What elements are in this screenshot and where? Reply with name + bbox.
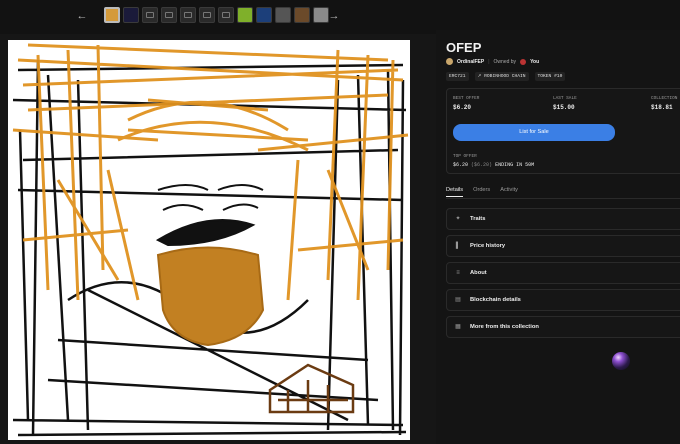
tab-orders[interactable]: Orders	[473, 187, 490, 197]
thumbnail-1[interactable]	[104, 7, 120, 23]
section-blockchain-details[interactable]: ▤ Blockchain details	[446, 289, 680, 311]
top-bar: ← →	[0, 0, 680, 34]
grid-icon: ▦	[455, 324, 461, 330]
tab-details[interactable]: Details	[446, 187, 464, 197]
image-placeholder-icon	[222, 12, 230, 18]
owner-avatar	[520, 58, 527, 65]
floating-orb-button[interactable]	[612, 352, 630, 370]
thumbnail-4[interactable]	[161, 7, 177, 23]
tag-chain-label: ROBINHOOD CHAIN	[484, 74, 526, 79]
price-card: BEST OFFER $6.20 LAST SALE $15.00 COLLEC…	[446, 88, 680, 174]
top-offer-line: $6.20 ($6.20) ENDING IN 50M	[453, 162, 534, 168]
last-sale-label: LAST SALE	[553, 96, 577, 101]
image-placeholder-icon	[184, 12, 192, 18]
collection-value: $18.81	[651, 104, 673, 111]
collection-avatar	[446, 58, 453, 65]
image-placeholder-icon	[203, 12, 211, 18]
bar-chart-icon: ▌	[455, 243, 461, 249]
best-offer-label: BEST OFFER	[453, 96, 480, 101]
section-about[interactable]: ≡ About	[446, 262, 680, 284]
detail-tabs: Details Orders Activity	[446, 187, 518, 197]
info-icon: ≡	[456, 270, 460, 276]
stat-last-sale: LAST SALE $15.00	[553, 96, 577, 111]
top-offer-label: TOP OFFER	[453, 154, 477, 159]
collection-label: COLLECTION	[651, 96, 678, 101]
tag-token-id: TOKEN #10	[534, 72, 566, 81]
section-blockchain-details-label: Blockchain details	[470, 297, 521, 303]
thumbnail-7[interactable]	[218, 7, 234, 23]
image-placeholder-icon	[165, 12, 173, 18]
owner-row: OrdinalFEP | Owned by You	[446, 58, 539, 65]
best-offer-value: $6.20	[453, 104, 472, 111]
section-traits-label: Traits	[470, 216, 486, 222]
section-more-label: More from this collection	[470, 324, 539, 330]
top-offer-price: $6.20	[453, 162, 469, 168]
thumbnail-10[interactable]	[275, 7, 291, 23]
thumbnail-11[interactable]	[294, 7, 310, 23]
list-for-sale-button[interactable]: List for Sale	[453, 124, 615, 141]
scribble-portrait-drawing	[8, 40, 410, 440]
section-price-history-label: Price history	[470, 243, 506, 249]
chain-icon: ↗	[477, 74, 482, 79]
section-traits[interactable]: ✦ Traits	[446, 208, 680, 230]
sparkle-icon: ✦	[455, 216, 461, 222]
top-offer: TOP OFFER $6.20 ($6.20) ENDING IN 50M	[453, 154, 534, 168]
thumbnail-9[interactable]	[256, 7, 272, 23]
item-title: OFEP	[446, 40, 482, 55]
token-tags: ERC721 ↗ ROBINHOOD CHAIN TOKEN #10	[446, 72, 566, 81]
owned-by-label: Owned by	[493, 58, 517, 65]
top-offer-sub: ($6.20)	[471, 162, 493, 168]
tab-activity[interactable]: Activity	[500, 187, 518, 197]
arrow-left-icon[interactable]: ←	[74, 8, 90, 24]
stat-collection: COLLECTION $18.81	[651, 96, 677, 111]
thumbnail-6[interactable]	[199, 7, 215, 23]
collection-link[interactable]: OrdinalFEP	[457, 59, 484, 65]
tag-chain: ↗ ROBINHOOD CHAIN	[474, 72, 529, 81]
owner-link[interactable]: You	[530, 59, 539, 65]
tab-divider	[446, 198, 680, 199]
thumbnail-5[interactable]	[180, 7, 196, 23]
nft-artwork-image	[8, 40, 410, 440]
section-about-label: About	[470, 270, 487, 276]
section-more-from-collection[interactable]: ▦ More from this collection	[446, 316, 680, 338]
thumbnail-2[interactable]	[123, 7, 139, 23]
top-offer-ending: ENDING IN 50M	[495, 162, 535, 168]
stat-best-offer: BEST OFFER $6.20	[453, 96, 479, 111]
last-sale-value: $15.00	[553, 104, 575, 111]
tag-standard: ERC721	[446, 72, 469, 81]
blockchain-icon: ▤	[455, 297, 461, 303]
separator: |	[488, 58, 490, 65]
thumbnail-3[interactable]	[142, 7, 158, 23]
thumbnail-8[interactable]	[237, 7, 253, 23]
arrow-right-icon[interactable]: →	[326, 8, 342, 24]
thumbnail-strip	[104, 7, 329, 25]
section-price-history[interactable]: ▌ Price history	[446, 235, 680, 257]
image-placeholder-icon	[146, 12, 154, 18]
